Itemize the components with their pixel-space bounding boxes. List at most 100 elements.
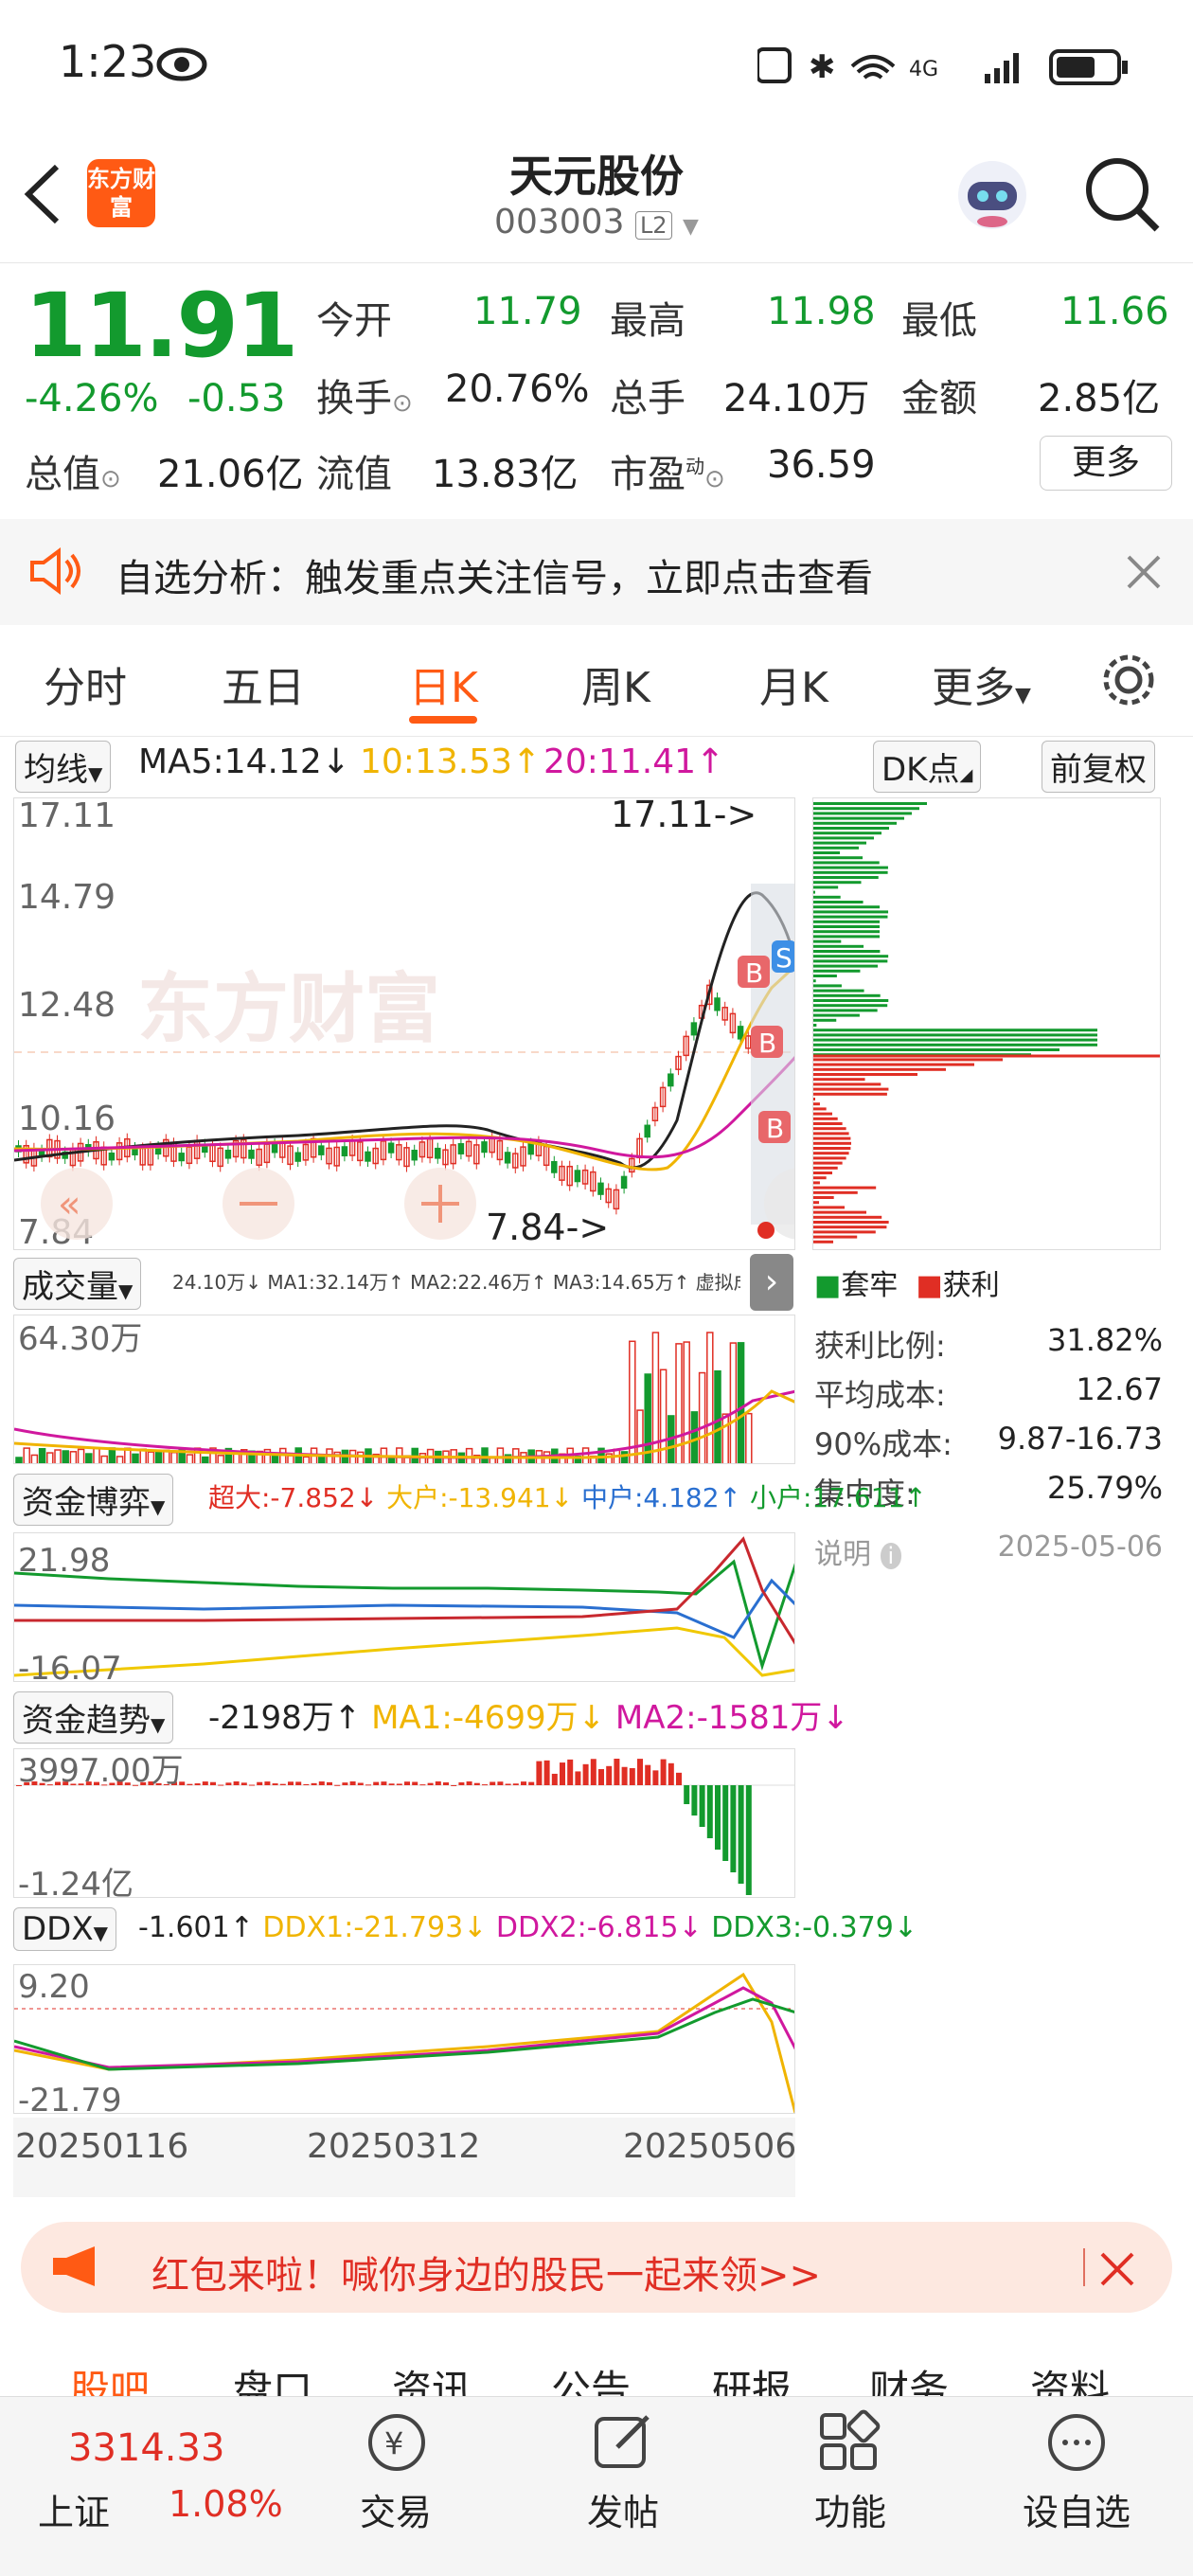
nav-functions[interactable]: 功能 (814, 2483, 886, 2535)
chip-bar (813, 890, 815, 894)
tab-5day[interactable]: 五日 (222, 653, 305, 714)
volume-bar (93, 1447, 100, 1463)
float-label: 流值 (316, 453, 392, 496)
chevron-right-icon[interactable]: › (750, 1254, 793, 1311)
fund-game-values: 超大:-7.852↓ 大户:-13.941↓ 中户:4.182↑ 小户:17.6… (208, 1482, 927, 1513)
nav-trade[interactable]: 交易 (360, 2483, 432, 2535)
tab-more[interactable]: 更多▼ (932, 653, 1031, 714)
chip-bar (813, 1210, 867, 1214)
volume-bar (279, 1447, 287, 1463)
chip-distribution-chart[interactable] (812, 797, 1161, 1250)
tab-weekly[interactable]: 周K (581, 653, 650, 714)
chip-bar (813, 930, 880, 934)
ma10-value: 10:13.53↑ (360, 742, 542, 781)
chip-note-link[interactable]: 说明 i (814, 1530, 902, 1580)
change-pct: -4.26% (25, 377, 159, 420)
chip-bar (813, 870, 888, 874)
volume-bar (186, 1454, 194, 1463)
close-icon[interactable] (1125, 553, 1163, 591)
volume-bar (202, 1456, 209, 1463)
chip-bar (813, 856, 864, 860)
dk-button[interactable]: DK点◢ (873, 741, 982, 793)
tab-monthly[interactable]: 月K (759, 653, 828, 714)
volume-bar (729, 1342, 738, 1463)
chip-bar (813, 1009, 878, 1012)
vol-ma-line (14, 1389, 794, 1459)
robot-assistant-icon[interactable] (947, 150, 1038, 241)
max-marker: 17.11-> (611, 797, 757, 835)
trade-icon[interactable]: ¥ (364, 2409, 430, 2476)
active-tab-indicator (409, 716, 477, 724)
chip-bar (813, 851, 841, 854)
fund-trend-selector[interactable]: 资金趋势▼ (13, 1691, 174, 1744)
index-value[interactable]: 3314.33 (68, 2426, 224, 2470)
svg-text:S: S (775, 942, 792, 974)
info-icon: ⊙ (392, 389, 413, 418)
trend-bar (365, 1784, 371, 1786)
trend-bar (645, 1764, 651, 1785)
post-icon[interactable] (591, 2409, 657, 2476)
chip-bar (813, 1048, 1059, 1051)
nav-add-watchlist[interactable]: 设自选 (1023, 2483, 1131, 2535)
volume-bar (721, 1413, 729, 1463)
functions-icon[interactable] (816, 2409, 882, 2476)
notice-text: 自选分析：触发重点关注信号，立即点击查看 (116, 557, 873, 600)
nav-post[interactable]: 发帖 (587, 2483, 659, 2535)
chip-bar (813, 1215, 882, 1219)
fund-trend-chart: 3997.00万 -1.24亿 (13, 1748, 795, 1898)
volume-bar (100, 1455, 108, 1463)
chip-bar (813, 1221, 889, 1224)
change-value: -0.53 (187, 377, 286, 420)
trend-bar (334, 1784, 341, 1786)
low-label: 最低 (901, 299, 977, 343)
trend-bar (706, 1785, 713, 1838)
chip-bar (813, 984, 842, 988)
add-watchlist-icon[interactable] (1043, 2409, 1110, 2476)
gear-icon[interactable] (1098, 650, 1159, 710)
index-pct[interactable]: 1.08% (169, 2483, 283, 2525)
date-label-0: 20250116 (15, 2127, 189, 2166)
chip-bar (813, 1013, 860, 1017)
open-label: 今开 (316, 299, 392, 343)
chip-bar (813, 955, 889, 958)
chip-bar (813, 975, 837, 977)
adjust-button[interactable]: 前复权 (1042, 741, 1155, 793)
trend-y-top: 3997.00万 (18, 1752, 184, 1790)
volume-bar (418, 1453, 427, 1463)
trend-bar (233, 1781, 240, 1785)
pe-label: 市盈动⊙ (610, 453, 725, 496)
ma5-value: MA5:14.12↓ (138, 742, 350, 781)
trend-bar (512, 1783, 519, 1785)
trend-bar (295, 1781, 302, 1785)
chip-bar (813, 969, 861, 973)
chip-bar (813, 979, 816, 983)
volume-bar (620, 1451, 629, 1463)
turnover-value: 20.76% (445, 367, 590, 411)
volume-bar (77, 1448, 85, 1463)
ddx-selector[interactable]: DDX▼ (13, 1907, 117, 1951)
fund-game-selector[interactable]: 资金博弈▼ (13, 1474, 174, 1526)
chip-bar (813, 939, 842, 943)
volume-bar (132, 1453, 139, 1463)
search-icon[interactable] (1079, 152, 1165, 237)
trend-bar (668, 1762, 674, 1785)
tab-daily[interactable]: 日K (409, 653, 478, 714)
volume-bar (698, 1371, 706, 1463)
chevron-down-icon: ▼ (683, 215, 699, 239)
chip-bar (813, 1136, 851, 1140)
chip-bar (813, 802, 927, 805)
chip-bar (813, 1206, 846, 1209)
trend-bar (473, 1782, 480, 1785)
more-button[interactable]: 更多 (1040, 436, 1172, 491)
trend-bar (187, 1783, 193, 1785)
volume-bar (357, 1451, 365, 1463)
tab-intraday[interactable]: 分时 (44, 653, 127, 714)
kline-chart[interactable]: 东方财富 17.11 14.79 12.48 10.16 7.84 17.11-… (13, 797, 795, 1250)
trend-bar (303, 1783, 310, 1785)
indicator-selector[interactable]: 均线▼ (15, 741, 112, 793)
amount-value: 2.85亿 (1038, 377, 1161, 420)
volume-selector[interactable]: 成交量▼ (13, 1258, 142, 1310)
chip-bar (813, 1098, 815, 1100)
close-icon[interactable] (1098, 2250, 1136, 2288)
index-name[interactable]: 上证 (38, 2483, 110, 2535)
